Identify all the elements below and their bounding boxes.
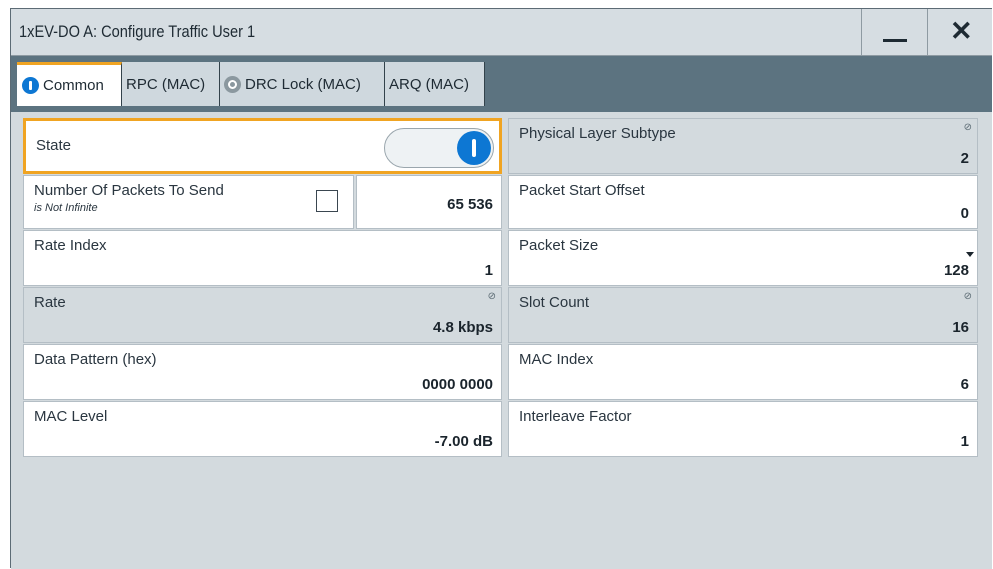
common-settings-panel: State Physical Layer Subtype ⊘ 2 Number … [11,112,992,569]
number-of-packets-input[interactable]: 65 536 [356,175,502,229]
rate-index-label: Rate Index [34,237,107,254]
physical-layer-subtype-field: Physical Layer Subtype ⊘ 2 [508,118,978,174]
rate-index-field[interactable]: Rate Index 1 [23,230,502,286]
close-button[interactable]: ✕ [927,9,993,55]
mac-index-field[interactable]: MAC Index 6 [508,344,978,400]
read-only-icon: ⊘ [963,291,972,302]
rate-label: Rate [34,294,66,311]
mac-level-field[interactable]: MAC Level -7.00 dB [23,401,502,457]
tab-label: RPC (MAC) [126,75,206,93]
mac-level-label: MAC Level [34,408,108,425]
state-toggle[interactable] [384,128,494,168]
number-of-packets-sublabel: is Not Infinite [34,202,98,214]
chevron-down-icon [966,252,974,257]
infinite-packets-checkbox[interactable] [316,190,338,212]
tab-label: DRC Lock (MAC) [245,75,361,93]
minimize-button[interactable] [861,9,928,55]
interleave-factor-field[interactable]: Interleave Factor 1 [508,401,978,457]
window-title: 1xEV-DO A: Configure Traffic User 1 [19,22,256,41]
toggle-on-icon [457,131,491,165]
packet-size-value: 128 [943,262,969,279]
data-pattern-value: 0000 0000 [422,376,493,393]
read-only-icon: ⊘ [963,122,972,133]
data-pattern-field[interactable]: Data Pattern (hex) 0000 0000 [23,344,502,400]
tab-bar: Common RPC (MAC) DRC Lock (MAC) ARQ (MAC… [11,56,992,112]
title-bar: 1xEV-DO A: Configure Traffic User 1 ✕ [11,9,992,56]
slot-count-field: Slot Count ⊘ 16 [508,287,978,343]
tab-rpc-mac[interactable]: RPC (MAC) [122,62,220,106]
state-label: State [36,137,72,154]
interleave-factor-label: Interleave Factor [519,408,632,425]
state-field: State [23,118,502,174]
physical-layer-subtype-value: 2 [960,150,969,167]
read-only-icon: ⊘ [487,291,496,302]
packet-start-offset-label: Packet Start Offset [519,182,645,199]
packet-start-offset-value: 0 [960,205,969,222]
packet-size-label: Packet Size [519,237,599,254]
close-icon: ✕ [950,16,973,46]
slot-count-label: Slot Count [519,294,590,311]
rate-index-value: 1 [484,262,493,279]
tab-common[interactable]: Common [17,62,122,106]
mac-index-value: 6 [960,376,969,393]
tab-drc-lock-mac[interactable]: DRC Lock (MAC) [220,62,385,106]
rate-field: Rate ⊘ 4.8 kbps [23,287,502,343]
tab-label: ARQ (MAC) [389,75,469,93]
number-of-packets-value: 65 536 [447,196,493,213]
physical-layer-subtype-label: Physical Layer Subtype [519,125,676,142]
minimize-icon [883,39,907,42]
packet-size-field[interactable]: Packet Size 128 [508,230,978,286]
off-indicator-icon [224,75,241,93]
mac-index-label: MAC Index [519,351,594,368]
mac-level-value: -7.00 dB [434,433,493,450]
number-of-packets-field: Number Of Packets To Send is Not Infinit… [23,175,354,229]
packet-start-offset-field[interactable]: Packet Start Offset 0 [508,175,978,229]
data-pattern-label: Data Pattern (hex) [34,351,157,368]
rate-value: 4.8 kbps [432,319,493,336]
tab-arq-mac[interactable]: ARQ (MAC) [385,62,485,106]
number-of-packets-label: Number Of Packets To Send [34,182,224,199]
on-indicator-icon [22,77,39,94]
slot-count-value: 16 [952,319,969,336]
tab-label: Common [43,77,104,94]
configure-traffic-user-dialog: 1xEV-DO A: Configure Traffic User 1 ✕ Co… [10,8,992,569]
interleave-factor-value: 1 [960,433,969,450]
